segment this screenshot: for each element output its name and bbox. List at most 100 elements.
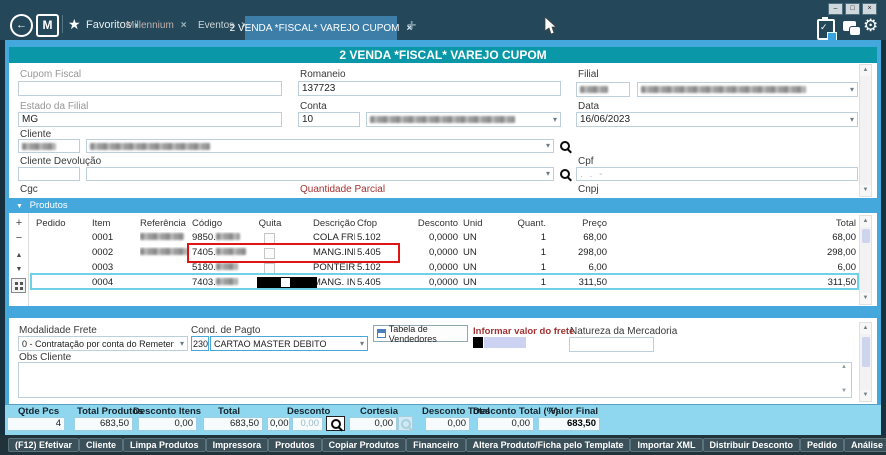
- analise-credito-button[interactable]: Análise de Crédito: [844, 438, 886, 452]
- cliente-devolucao-select[interactable]: ▾: [86, 167, 554, 181]
- new-tab-button[interactable]: +: [407, 17, 416, 35]
- scroll-down-arrow[interactable]: ▼: [860, 390, 871, 401]
- back-icon[interactable]: ←: [10, 14, 33, 37]
- cell-referencia: [140, 232, 190, 244]
- produtos-section-title: Produtos: [30, 200, 68, 211]
- col-header-desconto[interactable]: Desconto: [413, 218, 458, 230]
- cliente-button[interactable]: Cliente: [79, 438, 123, 452]
- frete-value-field[interactable]: [484, 337, 526, 348]
- altera-produto-button[interactable]: Altera Produto/Ficha pelo Template: [466, 438, 631, 452]
- close-icon[interactable]: ×: [181, 20, 187, 31]
- estado-filial-input[interactable]: MG: [18, 112, 282, 127]
- search-icon: [401, 419, 411, 429]
- scroll-down-arrow[interactable]: ▼: [860, 185, 871, 196]
- chevron-down-icon: ▾: [553, 116, 557, 124]
- desconto-search-button[interactable]: [326, 416, 345, 431]
- filial-select[interactable]: ▾: [637, 82, 858, 97]
- tabela-vendedores-button[interactable]: Tabela de Vendedores: [373, 325, 468, 342]
- scrollbar-thumb[interactable]: [862, 337, 870, 367]
- conta-input[interactable]: 10: [298, 112, 360, 127]
- table-icon: [377, 329, 386, 338]
- cpf-mask: . . -: [580, 169, 604, 180]
- scroll-down-arrow[interactable]: ▼: [860, 293, 871, 304]
- gear-icon[interactable]: ⚙: [863, 16, 878, 36]
- table-row[interactable]: 0001 9850. COLA FRIO ... 5.102 0,0000 UN…: [30, 231, 858, 245]
- copiar-produtos-button[interactable]: Copiar Produtos: [322, 438, 407, 452]
- frete-checkbox[interactable]: [473, 337, 483, 348]
- form-scrollbar: ▲ ▼: [859, 64, 872, 197]
- filial-code-input[interactable]: [576, 82, 630, 97]
- move-down-button[interactable]: ▼: [11, 265, 27, 275]
- col-header-codigo[interactable]: Código: [192, 218, 260, 230]
- minimize-button[interactable]: –: [828, 3, 843, 15]
- obs-cliente-textarea[interactable]: [18, 362, 852, 398]
- financeiro-button[interactable]: Financeiro: [406, 438, 466, 452]
- scroll-up-arrow[interactable]: ▲: [860, 65, 871, 76]
- cortesia-input[interactable]: 0,00: [349, 417, 397, 431]
- scroll-up-arrow[interactable]: ▲: [860, 323, 871, 334]
- col-header-unid[interactable]: Unid: [463, 218, 489, 230]
- scroll-up-arrow[interactable]: ▲: [860, 216, 871, 227]
- cell-desconto: 0,0000: [413, 247, 458, 259]
- tasks-clipboard-icon[interactable]: ✓: [817, 19, 835, 40]
- search-icon[interactable]: [560, 141, 570, 151]
- scroll-up-arrow[interactable]: ▲: [841, 364, 847, 370]
- conta-select[interactable]: ▾: [366, 112, 561, 127]
- scroll-down-arrow[interactable]: ▼: [841, 388, 847, 394]
- cliente-code-input[interactable]: [18, 139, 80, 153]
- tab-millennium[interactable]: Millennium×: [126, 20, 187, 31]
- close-button[interactable]: ×: [862, 3, 877, 15]
- data-select[interactable]: 16/06/2023▾: [576, 112, 858, 127]
- table-row[interactable]: 0002 7405. MANG.INF.... 5.405 0,0000 UN …: [30, 246, 858, 260]
- pedido-button[interactable]: Pedido: [800, 438, 844, 452]
- move-up-button[interactable]: ▲: [11, 251, 27, 261]
- table-row-selected[interactable]: 0004 7403. MANG. INF.... 5.405 0,0000 UN…: [30, 276, 858, 290]
- app-logo[interactable]: M: [36, 14, 59, 37]
- scrollbar-thumb[interactable]: [862, 229, 870, 243]
- cell-descricao: MANG. INF....: [313, 277, 355, 289]
- favorites-star-icon[interactable]: ★: [68, 16, 81, 33]
- col-header-item[interactable]: Item: [92, 218, 136, 230]
- chat-icon-secondary: [850, 27, 860, 35]
- cell-item: 0001: [92, 232, 136, 244]
- cliente-devolucao-code-input[interactable]: [18, 167, 80, 181]
- search-icon[interactable]: [560, 169, 570, 179]
- grid-scrollbar: ▲ ▼: [859, 215, 872, 305]
- cond-pagto-select[interactable]: CARTAO MASTER DEBITO▾: [210, 336, 368, 351]
- desconto-total-pct-value: 0,00: [477, 417, 534, 431]
- impressora-button[interactable]: Impressora: [206, 438, 269, 452]
- divider: [62, 15, 63, 33]
- quita-checkbox[interactable]: [281, 278, 290, 287]
- col-header-quant[interactable]: Quant.: [510, 218, 546, 230]
- importar-xml-button[interactable]: Importar XML: [630, 438, 702, 452]
- desconto-input[interactable]: 0,00: [267, 417, 290, 431]
- distribuir-desconto-button[interactable]: Distribuir Desconto: [703, 438, 801, 452]
- col-header-quita[interactable]: Quita: [252, 218, 288, 230]
- add-row-button[interactable]: +: [11, 218, 27, 228]
- data-label: Data: [578, 101, 599, 112]
- row-detail-button[interactable]: [11, 278, 26, 293]
- modalidade-frete-select[interactable]: 0 - Contratação por conta do Remetente (…: [18, 336, 188, 351]
- redacted-text: [22, 143, 56, 150]
- cliente-select[interactable]: ▾: [86, 139, 554, 153]
- cond-pagto-label: Cond. de Pagto: [191, 325, 261, 336]
- efetivar-button[interactable]: (F12) Efetivar: [8, 438, 79, 452]
- col-header-descricao[interactable]: Descrição: [313, 218, 355, 230]
- col-header-preco[interactable]: Preço: [552, 218, 607, 230]
- col-header-total[interactable]: Total: [736, 218, 856, 230]
- tab-venda-fiscal-varejo-cupom[interactable]: 2 VENDA *FISCAL* VAREJO CUPOM×: [245, 16, 397, 43]
- col-header-cfop[interactable]: Cfop: [357, 218, 389, 230]
- produtos-section-header[interactable]: ▼ Produtos: [9, 199, 877, 213]
- cpf-input[interactable]: . . -: [576, 167, 858, 181]
- desconto-itens-label: Desconto Itens: [133, 406, 201, 417]
- col-header-referencia[interactable]: Referência: [140, 218, 190, 230]
- maximize-button[interactable]: □: [845, 3, 860, 15]
- remove-row-button[interactable]: −: [11, 233, 27, 243]
- produtos-button[interactable]: Produtos: [268, 438, 322, 452]
- limpa-produtos-button[interactable]: Limpa Produtos: [123, 438, 206, 452]
- romaneio-input[interactable]: 137723: [298, 81, 561, 96]
- col-header-pedido[interactable]: Pedido: [36, 218, 88, 230]
- cupom-fiscal-input[interactable]: [18, 81, 282, 96]
- cond-pagto-code-input[interactable]: 230: [191, 336, 209, 351]
- natureza-mercadoria-input[interactable]: [569, 337, 654, 352]
